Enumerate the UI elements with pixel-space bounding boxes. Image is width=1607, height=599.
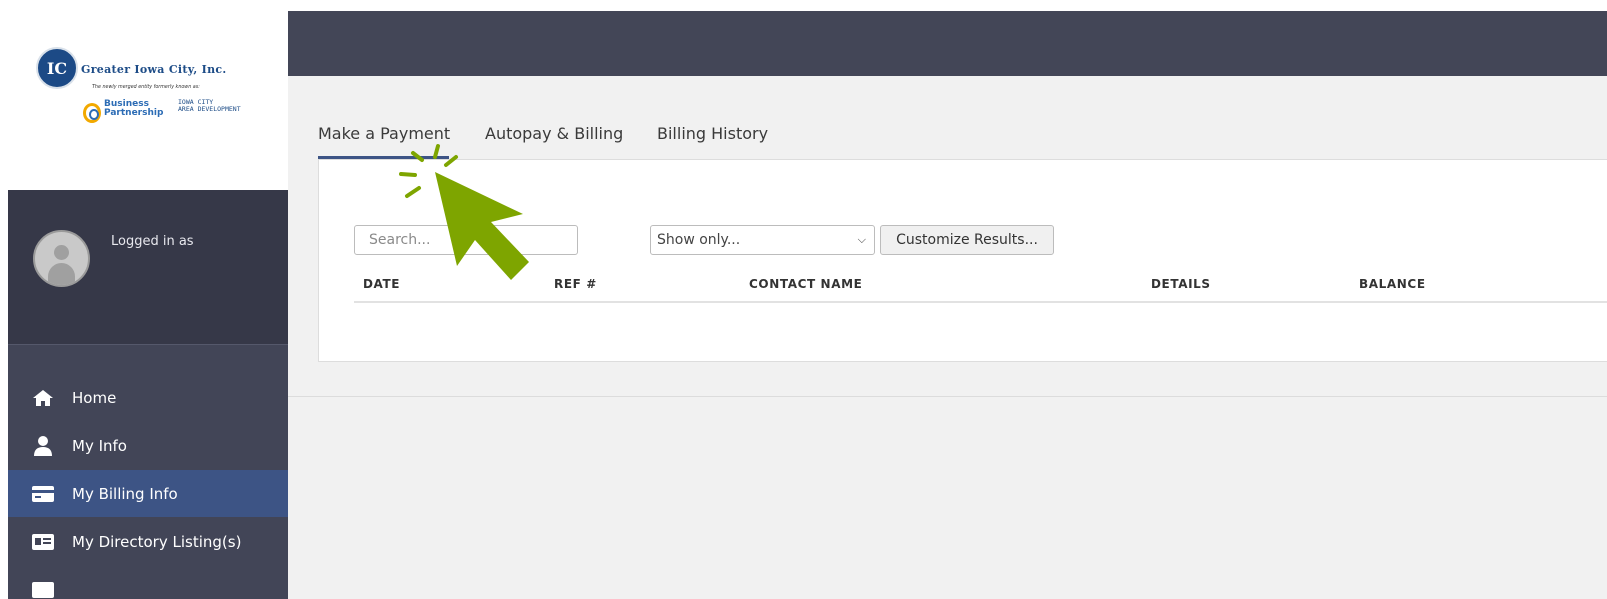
credit-card-icon (32, 485, 54, 503)
document-icon (32, 581, 54, 599)
logo-org-name: Greater Iowa City, Inc. (81, 63, 227, 76)
logged-in-label: Logged in as (111, 234, 194, 249)
business-partnership-icon (83, 103, 101, 123)
user-icon (32, 435, 54, 456)
payment-panel: Show only... ⌵ Customize Results... DATE… (318, 159, 1607, 362)
logo-seal-icon: IC (36, 47, 78, 89)
sidebar-item-my-info[interactable]: My Info (8, 422, 295, 469)
sidebar-item-my-directory-listings[interactable]: My Directory Listing(s) (8, 518, 295, 565)
sidebar-item-label: My Billing Info (72, 484, 178, 503)
avatar[interactable] (33, 230, 90, 287)
column-header-date[interactable]: DATE (363, 277, 400, 291)
column-header-ref[interactable]: REF # (554, 277, 597, 291)
tab-billing-history[interactable]: Billing History (657, 124, 768, 143)
column-header-contact-name[interactable]: CONTACT NAME (749, 277, 862, 291)
logo-partner-iowa-city: IOWA CITY AREA DEVELOPMENT (178, 98, 241, 113)
sidebar-item-label: My Info (72, 436, 127, 455)
sidebar: IC Greater Iowa City, Inc. The newly mer… (8, 11, 308, 599)
tab-make-a-payment[interactable]: Make a Payment (318, 124, 450, 143)
home-icon (32, 389, 54, 407)
user-panel: Logged in as (8, 190, 295, 345)
column-header-details[interactable]: DETAILS (1151, 277, 1211, 291)
show-only-select[interactable]: Show only... ⌵ (650, 225, 875, 255)
content-divider (288, 396, 1607, 397)
tab-autopay-billing[interactable]: Autopay & Billing (485, 124, 623, 143)
sidebar-item-home[interactable]: Home (8, 374, 295, 421)
table-header-divider (354, 301, 1607, 303)
show-only-value: Show only... (657, 232, 741, 248)
logo-tagline: The newly merged entity formerly known a… (92, 85, 200, 90)
sidebar-item-my-billing-info[interactable]: My Billing Info (8, 470, 308, 517)
logo-partner-business: Business Partnership (104, 99, 164, 118)
top-header-bar (288, 11, 1607, 76)
sidebar-item-label: My Directory Listing(s) (72, 532, 242, 551)
logo[interactable]: IC Greater Iowa City, Inc. The newly mer… (8, 11, 295, 190)
id-card-icon (32, 533, 54, 551)
customize-results-button[interactable]: Customize Results... (880, 225, 1054, 255)
search-input[interactable] (354, 225, 578, 255)
sidebar-item-label: Home (72, 388, 117, 407)
sidebar-item-partial[interactable] (8, 566, 295, 599)
column-header-balance[interactable]: BALANCE (1359, 277, 1426, 291)
chevron-down-icon: ⌵ (857, 233, 866, 246)
main-content: Make a Payment Autopay & Billing Billing… (288, 76, 1607, 599)
